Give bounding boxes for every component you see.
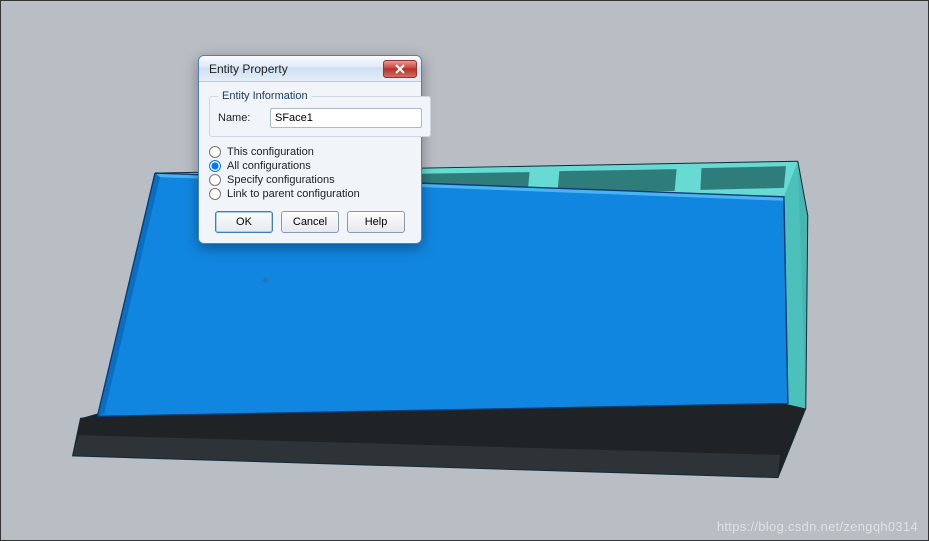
dialog-body: Entity Information Name: This configurat… (199, 82, 421, 243)
model-render (3, 3, 926, 538)
config-options: This configuration All configurations Sp… (209, 145, 411, 201)
radio-all-configurations-input[interactable] (209, 160, 221, 172)
dialog-title: Entity Property (209, 62, 383, 76)
help-button[interactable]: Help (347, 211, 405, 233)
radio-specify-configurations[interactable]: Specify configurations (209, 173, 411, 187)
dialog-button-row: OK Cancel Help (209, 211, 411, 233)
entity-property-dialog: Entity Property Entity Information Name:… (198, 55, 422, 244)
radio-link-to-parent[interactable]: Link to parent configuration (209, 187, 411, 201)
radio-label: Specify configurations (227, 174, 335, 186)
radio-all-configurations[interactable]: All configurations (209, 159, 411, 173)
radio-link-to-parent-input[interactable] (209, 188, 221, 200)
cancel-button[interactable]: Cancel (281, 211, 339, 233)
group-legend: Entity Information (218, 90, 312, 102)
close-icon (395, 64, 405, 74)
radio-label: All configurations (227, 160, 311, 172)
radio-this-configuration[interactable]: This configuration (209, 145, 411, 159)
entity-information-group: Entity Information Name: (209, 90, 431, 137)
watermark-text: https://blog.csdn.net/zengqh0314 (717, 519, 918, 534)
radio-specify-configurations-input[interactable] (209, 174, 221, 186)
dialog-titlebar[interactable]: Entity Property (199, 56, 421, 82)
viewport-3d[interactable]: + (3, 3, 926, 538)
radio-this-configuration-input[interactable] (209, 146, 221, 158)
close-button[interactable] (383, 60, 417, 78)
ok-button[interactable]: OK (215, 211, 273, 233)
name-label: Name: (218, 112, 262, 124)
name-input[interactable] (270, 108, 422, 128)
radio-label: Link to parent configuration (227, 188, 360, 200)
radio-label: This configuration (227, 146, 314, 158)
